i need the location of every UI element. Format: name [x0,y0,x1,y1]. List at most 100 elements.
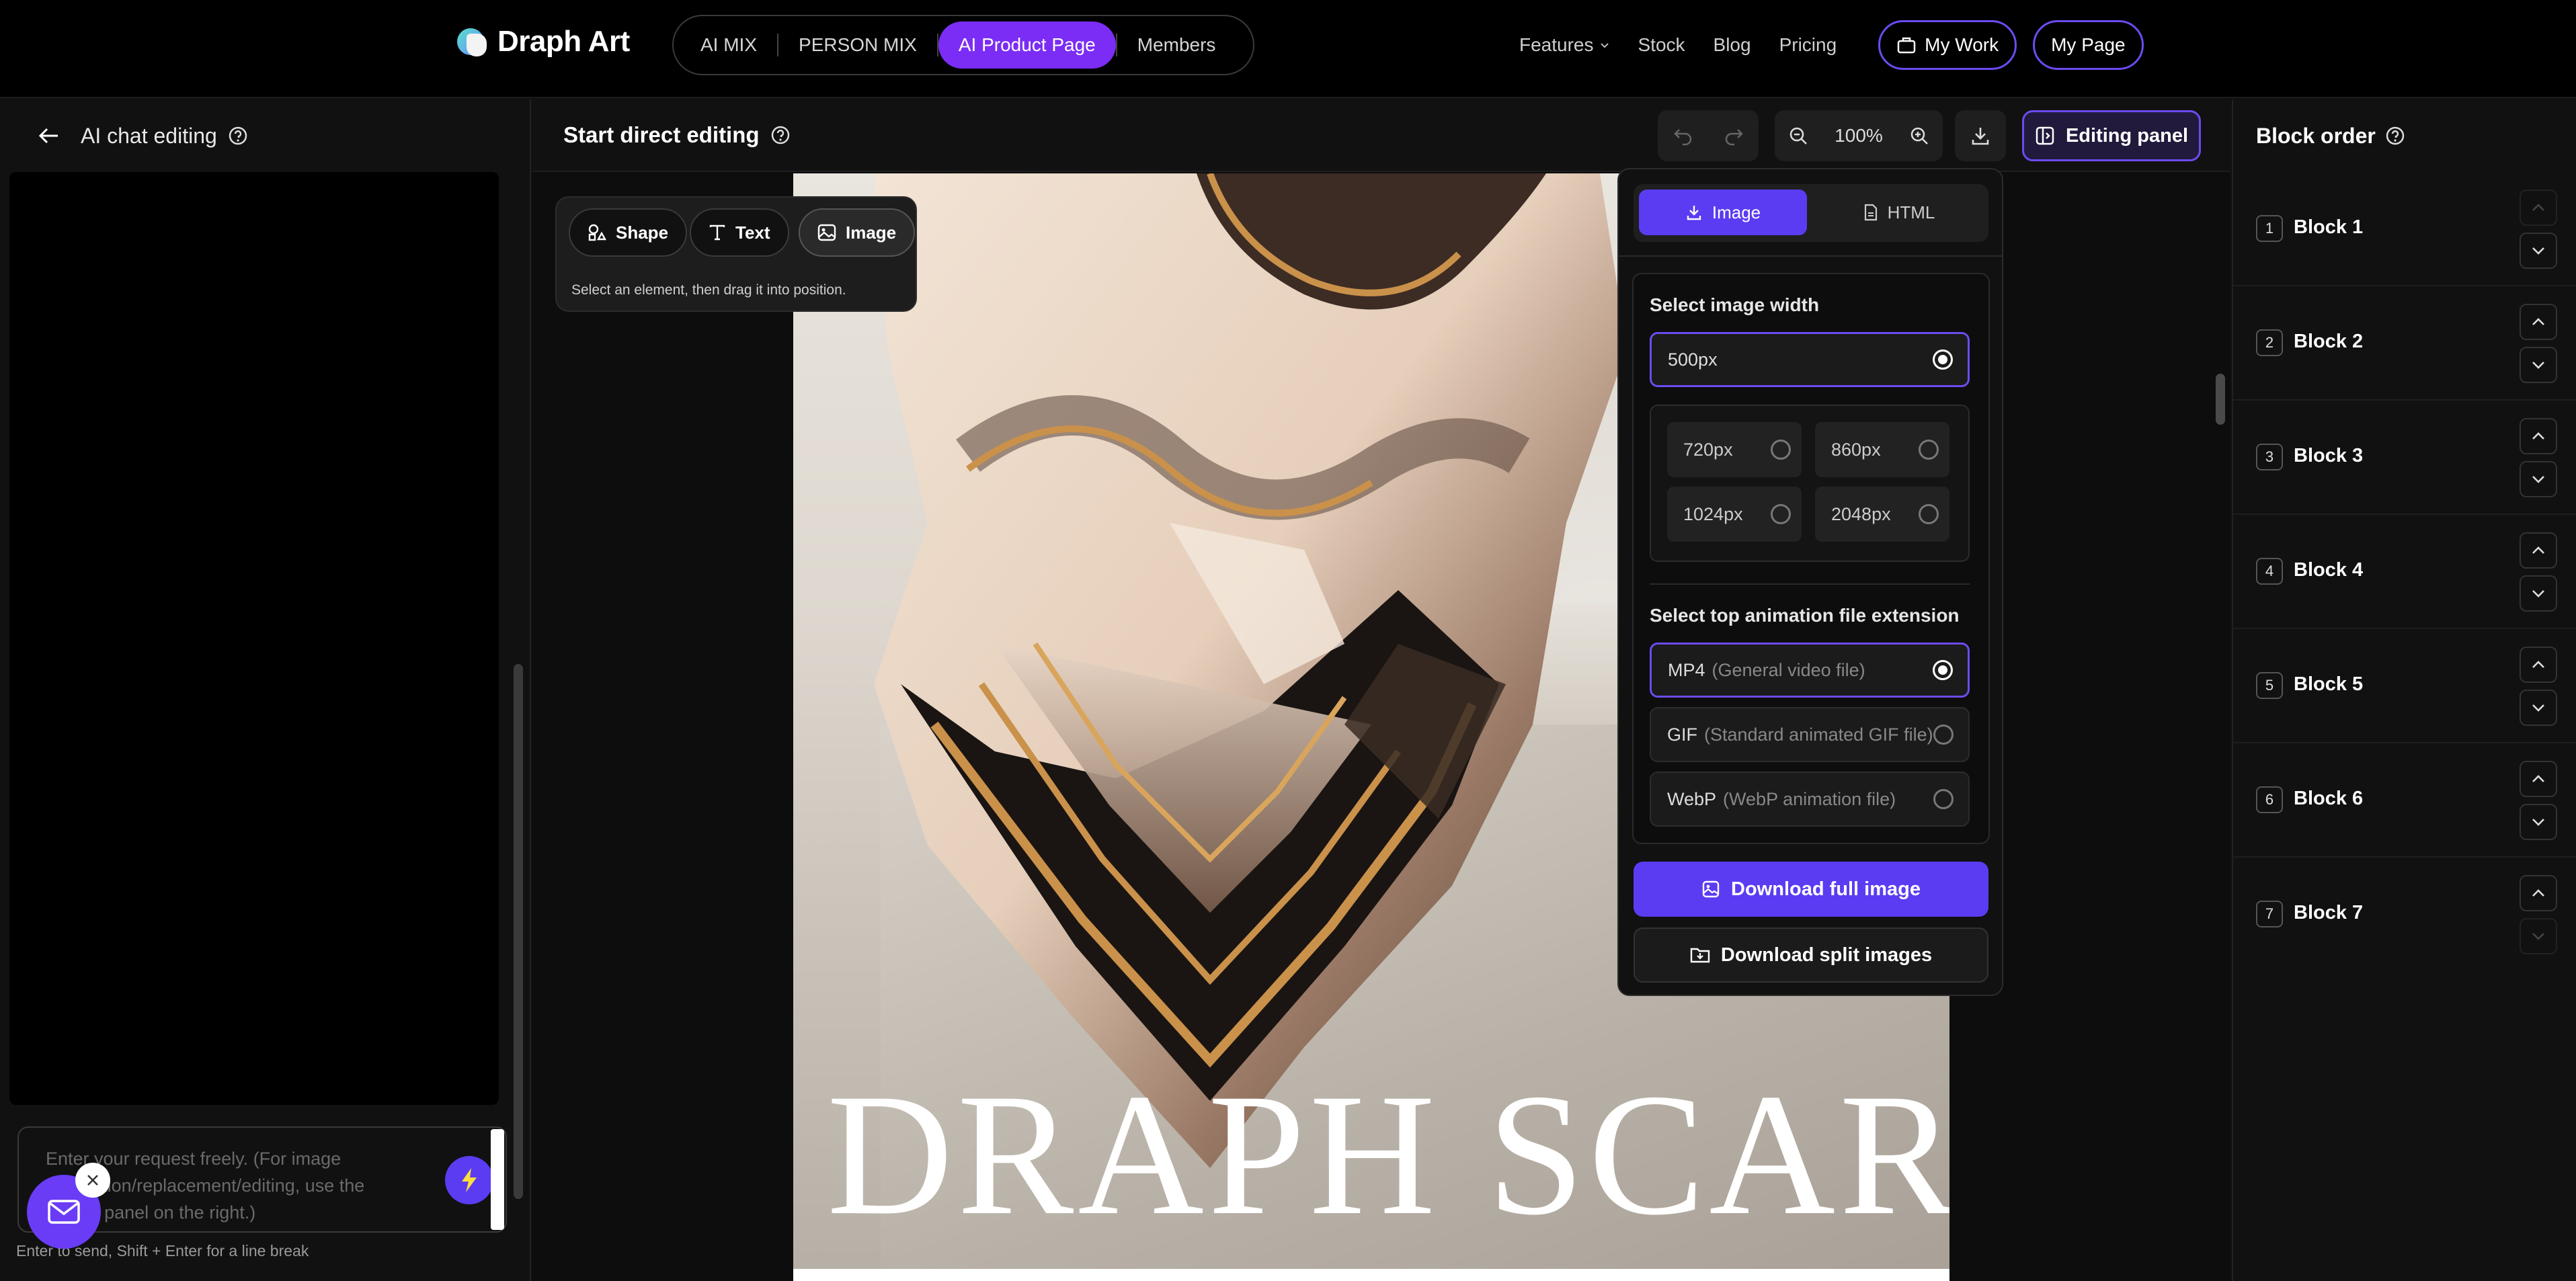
close-icon[interactable] [75,1163,110,1198]
width-option-label: 860px [1831,439,1881,460]
chevron-down-icon [2531,589,2546,598]
my-work-button[interactable]: My Work [1878,20,2017,70]
ext-option-mp4[interactable]: MP4 (General video file) [1650,643,1970,698]
shape-icon [588,223,606,242]
block-item-7[interactable]: 7 Block 7 [2233,858,2576,972]
width-section-title: Select image width [1650,294,1820,315]
image-tool-button[interactable]: Image [799,208,916,257]
move-down-button[interactable] [2520,804,2557,840]
canvas-scrollbar[interactable] [2216,374,2225,425]
tab-image[interactable]: Image [1639,190,1807,235]
input-scrollbar[interactable] [491,1129,504,1230]
download-full-image-button[interactable]: Download full image [1634,862,1988,917]
product-title[interactable]: DRAPH SCARF [827,1067,1949,1242]
my-work-label: My Work [1925,34,1999,55]
block-item-6[interactable]: 6 Block 6 [2233,743,2576,858]
tab-person-mix[interactable]: PERSON MIX [778,22,937,69]
pricing-link[interactable]: Pricing [1779,34,1837,56]
zoom-in-icon[interactable] [1909,126,1929,146]
chevron-down-icon [2531,474,2546,484]
move-down-button[interactable] [2520,461,2557,497]
next-block-edge [793,1269,1949,1281]
right-nav: Features Stock Blog Pricing My Work My P… [1519,15,2576,75]
move-down-button[interactable] [2520,690,2557,726]
block-number: 7 [2256,901,2283,927]
move-up-button[interactable] [2520,304,2557,340]
move-down-button[interactable] [2520,347,2557,383]
chat-history [9,172,499,1105]
ext-name: WebP [1667,788,1717,809]
send-button[interactable] [445,1156,493,1204]
editing-panel-button[interactable]: Editing panel [2022,110,2201,161]
block-label: Block 6 [2294,788,2364,809]
move-up-button[interactable] [2520,761,2557,797]
move-up-button[interactable] [2520,418,2557,454]
width-option-1024[interactable]: 1024px [1667,487,1802,542]
width-option-500[interactable]: 500px [1650,332,1970,387]
block-order-panel: Block order 1 Block 1 2 Block 2 3 Block … [2232,99,2576,1281]
ext-name: MP4 [1668,659,1705,680]
back-arrow-icon[interactable] [38,126,61,146]
width-option-720[interactable]: 720px [1667,422,1802,477]
help-icon[interactable] [770,125,791,145]
radio [1771,440,1791,460]
width-options-grid: 720px 860px 1024px 2048px [1650,405,1970,562]
download-popup: Image HTML Select image width 500px 720p… [1617,168,2003,996]
text-tool-button[interactable]: Text [690,208,789,257]
download-button[interactable] [1955,110,2006,161]
move-up-button[interactable] [2520,875,2557,911]
tab-ai-product-page[interactable]: AI Product Page [938,22,1116,69]
width-option-860[interactable]: 860px [1815,422,1949,477]
editing-panel-label: Editing panel [2065,124,2189,147]
features-menu[interactable]: Features [1519,34,1610,56]
zoom-out-icon[interactable] [1788,126,1808,146]
width-option-label: 1024px [1683,503,1743,524]
move-up-button[interactable] [2520,190,2557,226]
block-item-2[interactable]: 2 Block 2 [2233,286,2576,401]
image-tool-label: Image [846,222,897,243]
ext-desc: (WebP animation file) [1723,788,1896,809]
move-down-button[interactable] [2520,918,2557,954]
tab-html[interactable]: HTML [1815,190,1983,235]
left-panel-title: AI chat editing [81,123,217,148]
tab-ai-mix[interactable]: AI MIX [680,22,777,69]
redo-icon[interactable] [1723,126,1744,146]
radio-selected [1933,349,1953,370]
tab-members[interactable]: Members [1117,22,1236,69]
left-panel-header: AI chat editing [0,99,530,172]
ext-name: GIF [1667,724,1697,745]
briefcase-icon [1896,36,1917,54]
chevron-up-icon [2531,546,2546,555]
mail-icon [47,1199,81,1225]
shape-tool-button[interactable]: Shape [569,208,688,257]
chat-scrollbar[interactable] [514,664,523,1199]
ext-option-gif[interactable]: GIF (Standard animated GIF file) [1650,707,1970,762]
block-label: Block 5 [2294,673,2364,695]
chevron-up-icon [2531,889,2546,898]
panel-icon [2035,126,2055,146]
move-up-button[interactable] [2520,647,2557,683]
move-down-button[interactable] [2520,575,2557,612]
chevron-down-icon [2531,703,2546,712]
width-option-2048[interactable]: 2048px [1815,487,1949,542]
block-item-1[interactable]: 1 Block 1 [2233,172,2576,286]
my-page-button[interactable]: My Page [2033,20,2144,70]
download-split-images-button[interactable]: Download split images [1634,927,1988,983]
help-icon[interactable] [2385,126,2405,146]
block-item-3[interactable]: 3 Block 3 [2233,401,2576,515]
block-order-title: Block order [2256,123,2376,148]
block-number: 4 [2256,558,2283,585]
block-item-4[interactable]: 4 Block 4 [2233,515,2576,629]
undo-icon[interactable] [1673,126,1694,146]
help-icon[interactable] [228,126,248,146]
section-divider [1650,583,1970,585]
chevron-down-icon [2531,360,2546,370]
move-down-button[interactable] [2520,233,2557,269]
move-up-button[interactable] [2520,532,2557,569]
ext-option-webp[interactable]: WebP (WebP animation file) [1650,772,1970,827]
brand[interactable]: Draph Art [457,24,630,59]
block-number: 1 [2256,215,2283,242]
block-item-5[interactable]: 5 Block 5 [2233,629,2576,743]
blog-link[interactable]: Blog [1714,34,1751,56]
stock-link[interactable]: Stock [1638,34,1685,56]
